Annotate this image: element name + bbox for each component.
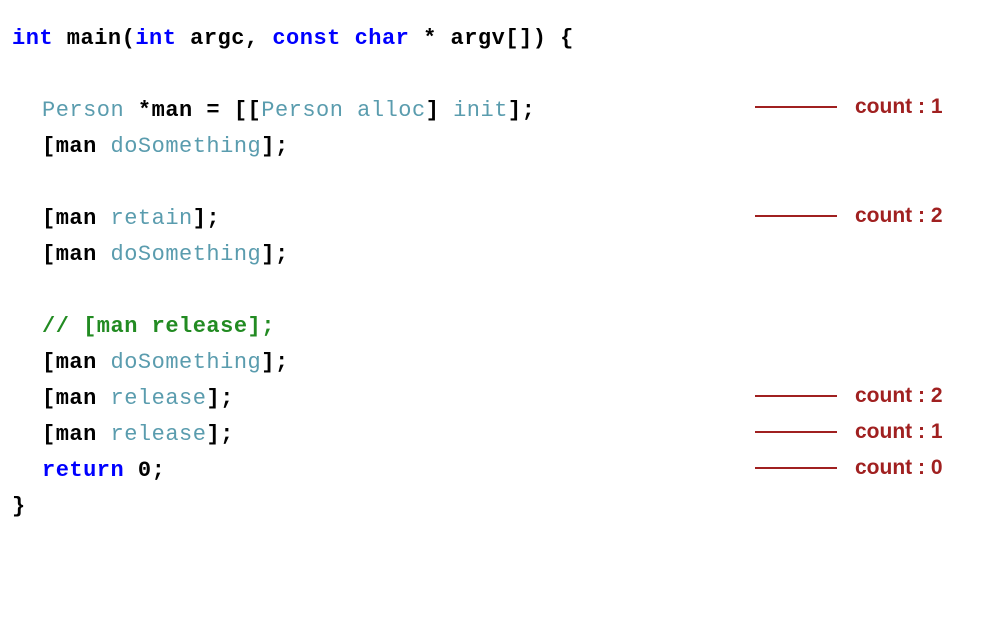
text: * argv[]) { bbox=[409, 26, 573, 51]
text: ]; bbox=[261, 134, 288, 159]
method-release: release bbox=[111, 422, 207, 447]
text bbox=[343, 98, 357, 123]
text: [man bbox=[42, 206, 111, 231]
text: ]; bbox=[508, 98, 535, 123]
text bbox=[341, 26, 355, 51]
text: [man bbox=[42, 134, 111, 159]
annotation-line-icon bbox=[755, 431, 837, 433]
text: ]; bbox=[261, 242, 288, 267]
code-line-14: } bbox=[12, 488, 978, 524]
annotation-5: count : 0 bbox=[755, 456, 943, 480]
text: [man bbox=[42, 350, 111, 375]
method-dosomething: doSomething bbox=[111, 350, 262, 375]
comment: // [man release]; bbox=[42, 314, 275, 339]
text: ] bbox=[426, 98, 453, 123]
code-line-4: [man doSomething]; bbox=[12, 128, 978, 164]
annotation-2: count : 2 bbox=[755, 204, 943, 228]
text: ]; bbox=[206, 386, 233, 411]
keyword-int: int bbox=[12, 26, 53, 51]
annotation-label: count : 1 bbox=[855, 420, 943, 444]
text: ]; bbox=[193, 206, 220, 231]
text: *man = [[ bbox=[124, 98, 261, 123]
text: main( bbox=[53, 26, 135, 51]
code-line-7: [man doSomething]; bbox=[12, 236, 978, 272]
text: ]; bbox=[261, 350, 288, 375]
code-line-blank bbox=[12, 164, 978, 200]
code-line-1: int main(int argc, const char * argv[]) … bbox=[12, 20, 978, 56]
keyword-char: char bbox=[355, 26, 410, 51]
keyword-int: int bbox=[135, 26, 176, 51]
annotation-label: count : 1 bbox=[855, 95, 943, 119]
code-line-blank bbox=[12, 56, 978, 92]
code-line-blank bbox=[12, 272, 978, 308]
method-alloc: alloc bbox=[357, 98, 426, 123]
annotation-label: count : 2 bbox=[855, 384, 943, 408]
type-person: Person bbox=[42, 98, 124, 123]
annotation-label: count : 2 bbox=[855, 204, 943, 228]
method-release: release bbox=[111, 386, 207, 411]
annotation-line-icon bbox=[755, 395, 837, 397]
keyword-return: return bbox=[42, 458, 124, 483]
text: argc, bbox=[176, 26, 272, 51]
method-dosomething: doSomething bbox=[111, 134, 262, 159]
keyword-const: const bbox=[272, 26, 341, 51]
method-retain: retain bbox=[111, 206, 193, 231]
method-dosomething: doSomething bbox=[111, 242, 262, 267]
annotation-1: count : 1 bbox=[755, 95, 943, 119]
annotation-line-icon bbox=[755, 467, 837, 469]
method-init: init bbox=[453, 98, 508, 123]
text: ]; bbox=[206, 422, 233, 447]
text: [man bbox=[42, 242, 111, 267]
annotation-4: count : 1 bbox=[755, 420, 943, 444]
text: 0; bbox=[124, 458, 165, 483]
annotation-label: count : 0 bbox=[855, 456, 943, 480]
annotation-line-icon bbox=[755, 215, 837, 217]
annotation-3: count : 2 bbox=[755, 384, 943, 408]
type-person: Person bbox=[261, 98, 343, 123]
annotation-line-icon bbox=[755, 106, 837, 108]
code-line-9: // [man release]; bbox=[12, 308, 978, 344]
code-line-10: [man doSomething]; bbox=[12, 344, 978, 380]
text: [man bbox=[42, 422, 111, 447]
text: } bbox=[12, 494, 26, 519]
text: [man bbox=[42, 386, 111, 411]
